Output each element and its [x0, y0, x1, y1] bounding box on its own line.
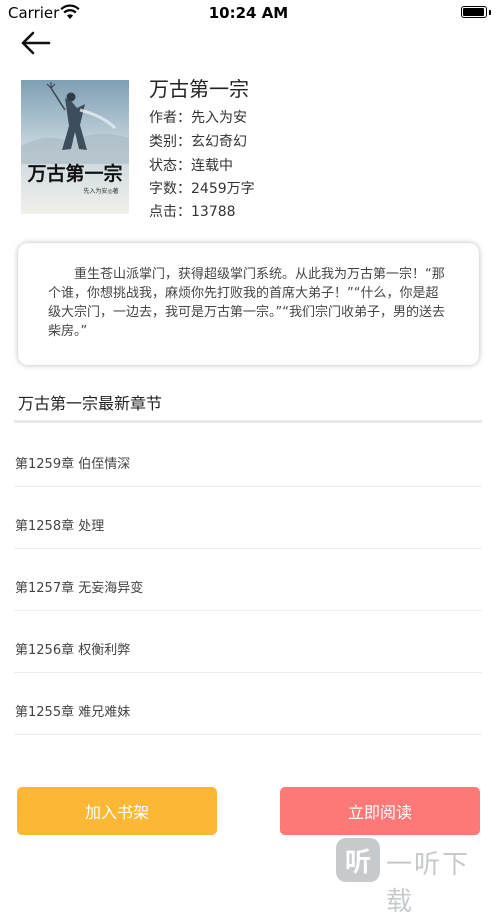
chapter-row[interactable]: 第1256章 权衡利弊 — [14, 611, 482, 673]
add-to-shelf-button[interactable]: 加入书架 — [17, 787, 217, 835]
book-word-count: 字数：2459万字 — [149, 181, 255, 197]
book-category: 类别：玄幻奇幻 — [149, 134, 247, 150]
latest-chapters-title: 万古第一宗最新章节 — [18, 394, 163, 413]
read-now-button[interactable]: 立即阅读 — [280, 787, 480, 835]
chapter-label: 第1256章 权衡利弊 — [15, 643, 131, 658]
cover-title: 万古第一宗 — [26, 162, 122, 185]
battery-tip — [489, 10, 491, 15]
chapter-row[interactable]: 第1258章 处理 — [14, 487, 482, 549]
book-title: 万古第一宗 — [149, 77, 249, 101]
battery-icon — [461, 6, 487, 18]
book-intro-text: 重生苍山派掌门，获得超级掌门系统。从此我为万古第一宗！“那个谁，你想挑战我，麻烦… — [48, 267, 445, 339]
chapter-row[interactable]: 第1257章 无妄海异变 — [14, 549, 482, 611]
book-status: 状态：连载中 — [149, 158, 233, 174]
watermark: 听 一听下载 — [336, 838, 496, 917]
watermark-logo-icon: 听 — [336, 838, 380, 882]
book-intro-card: 重生苍山派掌门，获得超级掌门系统。从此我为万古第一宗！“那个谁，你想挑战我，麻烦… — [18, 243, 479, 365]
back-button[interactable] — [18, 28, 54, 58]
chapter-label: 第1255章 难兄难妹 — [15, 705, 131, 720]
status-time: 10:24 AM — [208, 4, 289, 22]
chapter-label: 第1259章 伯侄情深 — [15, 457, 131, 472]
watermark-text: 一听下载 — [386, 850, 471, 917]
chapter-row[interactable]: 第1255章 难兄难妹 — [14, 673, 482, 735]
section-divider — [14, 420, 482, 423]
arrow-left-icon — [21, 31, 51, 55]
book-clicks: 点击：13788 — [149, 204, 236, 220]
book-cover-image: 万古第一宗 先入为安◎著 — [21, 80, 129, 214]
status-bar: Carrier 10:24 AM — [0, 0, 497, 26]
chapter-label: 第1257章 无妄海异变 — [15, 581, 144, 596]
chapter-row[interactable]: 第1259章 伯侄情深 — [14, 425, 482, 487]
battery-level-fill — [463, 8, 484, 16]
chapter-label: 第1258章 处理 — [15, 519, 105, 534]
book-author: 作者：先入为安 — [149, 110, 247, 126]
cover-author: 先入为安◎著 — [83, 187, 118, 195]
